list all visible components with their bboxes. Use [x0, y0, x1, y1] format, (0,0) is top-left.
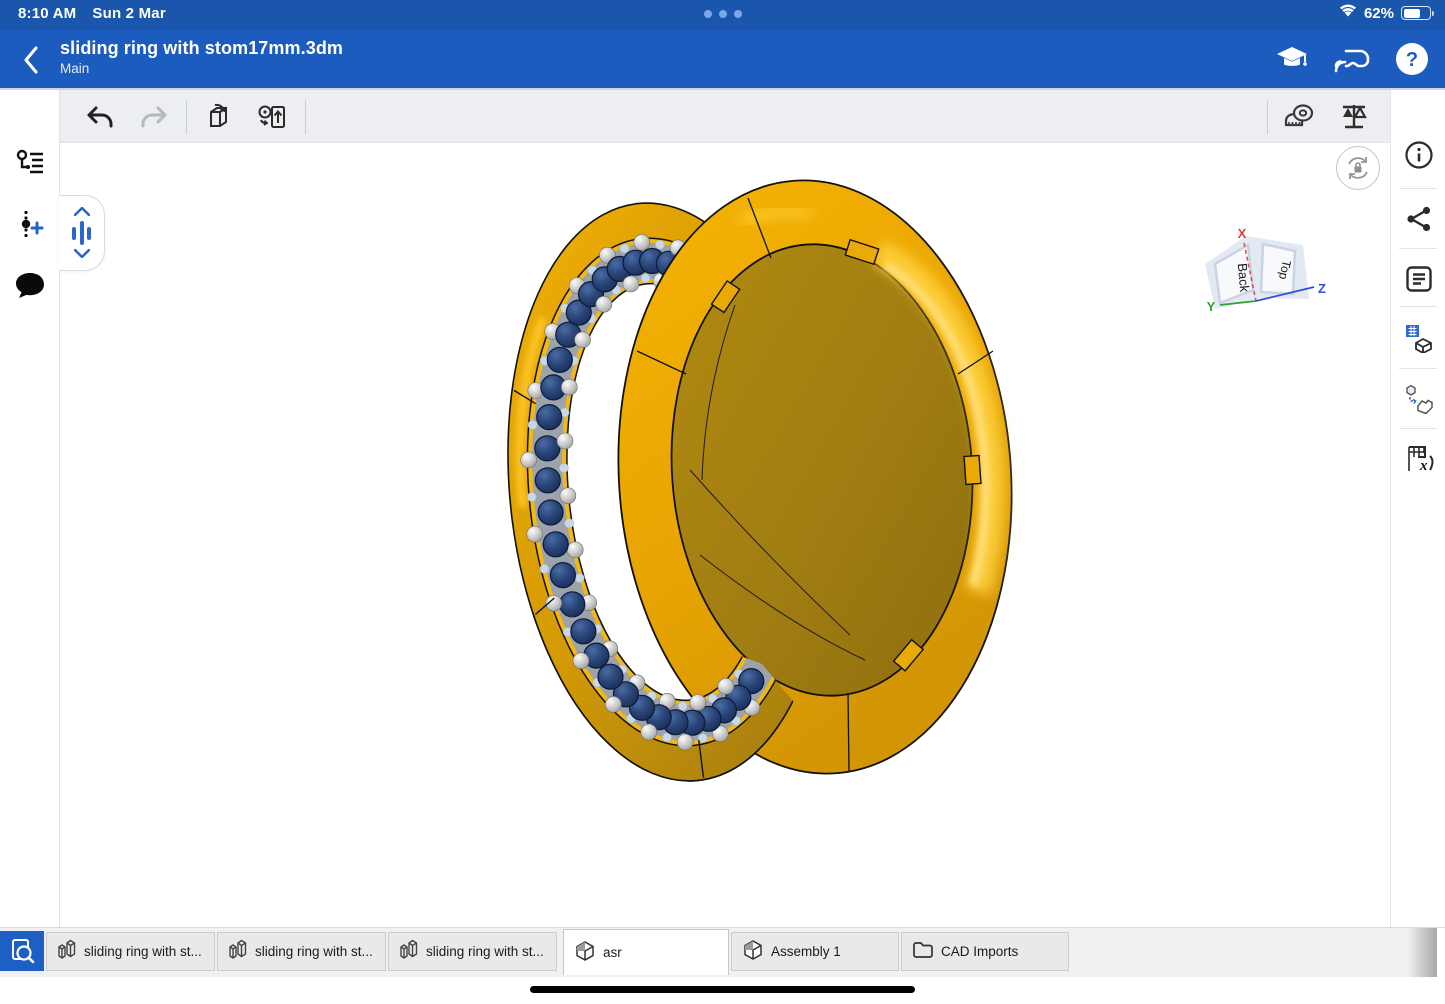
svg-text:x: x: [1419, 458, 1428, 474]
tab-cad-imports[interactable]: CAD Imports: [901, 932, 1069, 971]
status-bar: 8:10 AM Sun 2 Mar 62%: [0, 0, 1445, 30]
document-tab-bar: sliding ring with st... sliding ring with…: [0, 927, 1445, 977]
measure-tape-icon[interactable]: [1278, 97, 1322, 137]
tab-sliding-ring-with-st-2[interactable]: sliding ring with st...: [217, 932, 386, 971]
tab-label: CAD Imports: [941, 944, 1018, 959]
cube-icon: [574, 940, 596, 965]
scale-balance-icon[interactable]: [1332, 97, 1376, 137]
svg-text:?: ?: [1406, 49, 1418, 71]
notes-list-icon[interactable]: [1391, 250, 1445, 308]
app-screen: 8:10 AM Sun 2 Mar 62% sliding ring with …: [0, 0, 1445, 1004]
chevron-down-icon[interactable]: [74, 249, 90, 259]
folder-icon: [912, 941, 934, 962]
tabbar-scroll-shadow: [1407, 928, 1437, 978]
ring-model[interactable]: [60, 143, 1390, 927]
history-slider-flyout: [59, 195, 105, 271]
redo-button[interactable]: [132, 97, 176, 137]
add-node-icon[interactable]: [0, 200, 60, 250]
variables-grid-icon[interactable]: x: [1391, 430, 1445, 488]
tab-label: sliding ring with st...: [84, 944, 202, 959]
multitask-dots-indicator: [704, 10, 742, 18]
ar-visor-stream-icon[interactable]: [1333, 40, 1371, 78]
clock: 8:10 AM: [18, 5, 76, 22]
import-box-icon[interactable]: [197, 97, 241, 137]
top-toolbar: [60, 90, 1390, 143]
history-sync-icon[interactable]: [251, 97, 295, 137]
tab-assembly-1[interactable]: Assembly 1: [731, 932, 899, 971]
history-slider-handle[interactable]: [72, 220, 91, 246]
home-indicator[interactable]: [530, 986, 915, 993]
share-icon[interactable]: [1391, 190, 1445, 248]
tab-label: sliding ring with st...: [426, 944, 544, 959]
wifi-icon: [1339, 4, 1357, 22]
axis-x-label: X: [1238, 226, 1247, 241]
document-title: sliding ring with stom17mm.3dm: [60, 38, 343, 59]
tab-asr[interactable]: asr: [563, 929, 729, 975]
battery-percent: 62%: [1364, 5, 1394, 22]
learn-graduation-icon[interactable]: [1273, 40, 1311, 78]
chevron-up-icon[interactable]: [74, 207, 90, 217]
tab-label: sliding ring with st...: [255, 944, 373, 959]
cube-icon: [742, 939, 764, 964]
undo-button[interactable]: [78, 97, 122, 137]
chat-bubble-icon[interactable]: [0, 260, 60, 310]
home-strip: [0, 977, 1445, 1004]
workspace-name: Main: [60, 61, 343, 76]
right-sidebar: x: [1390, 90, 1445, 927]
parts-icon: [399, 939, 419, 964]
viewport-3d[interactable]: Back Top X Y Z: [60, 143, 1390, 927]
tab-sliding-ring-with-st-1[interactable]: sliding ring with st...: [46, 932, 215, 971]
view-cube[interactable]: Back Top X Y Z: [1205, 220, 1335, 325]
date: Sun 2 Mar: [92, 5, 165, 22]
battery-icon: [1401, 6, 1431, 20]
title-bar: sliding ring with stom17mm.3dm Main ?: [0, 30, 1445, 90]
tab-sliding-ring-with-st-3[interactable]: sliding ring with st...: [388, 932, 557, 971]
rotation-lock-button[interactable]: [1336, 146, 1380, 190]
items-history-icon[interactable]: [0, 138, 60, 188]
axis-y-label: Y: [1207, 299, 1216, 314]
info-icon[interactable]: [1391, 126, 1445, 184]
parts-icon: [57, 939, 77, 964]
grid-cube-icon[interactable]: [1391, 309, 1445, 367]
axis-z-label: Z: [1318, 281, 1326, 296]
parts-icon: [228, 939, 248, 964]
help-icon[interactable]: ?: [1393, 40, 1431, 78]
tab-label: asr: [603, 945, 622, 960]
export-part-icon[interactable]: [1391, 370, 1445, 428]
project-browser-button[interactable]: [0, 931, 44, 971]
tab-label: Assembly 1: [771, 944, 841, 959]
left-sidebar: [0, 90, 60, 927]
back-button[interactable]: [14, 40, 48, 80]
